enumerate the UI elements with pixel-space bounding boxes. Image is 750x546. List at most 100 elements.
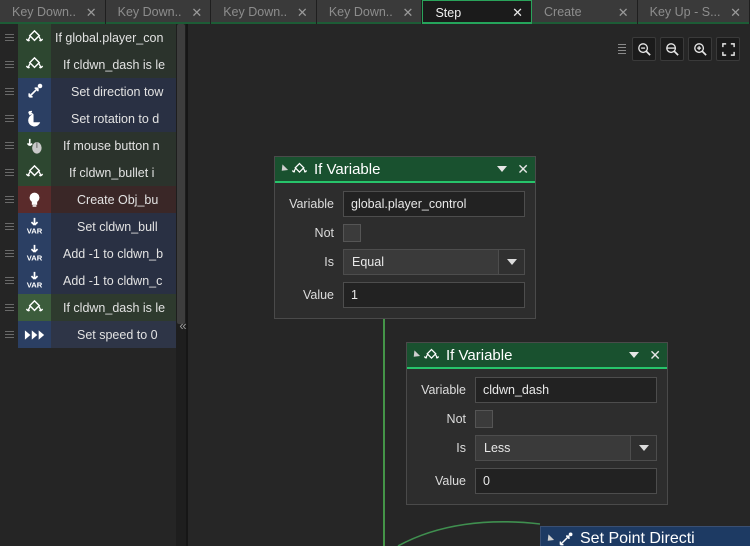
drag-handle-icon[interactable] [0, 321, 18, 348]
zoom-reset-icon [665, 42, 679, 56]
field-variable: Variable global.player_control [285, 191, 525, 217]
variable-input[interactable]: global.player_control [343, 191, 525, 217]
field-is: Is Equal [285, 249, 525, 275]
action-list-item[interactable]: VAR Set cldwn_bull [0, 213, 176, 240]
close-icon[interactable]: ✕ [649, 348, 661, 362]
tab-close-icon[interactable]: ✕ [86, 6, 97, 19]
field-value: Value 0 [417, 468, 657, 494]
not-checkbox[interactable] [475, 410, 493, 428]
zoom-toolbar [618, 36, 740, 62]
node-header[interactable]: If Variable ✕ [407, 343, 667, 369]
svg-text:VAR: VAR [27, 254, 43, 263]
comparison-dropdown[interactable]: Less [475, 435, 657, 461]
node-set-point-direction[interactable]: Set Point Directi [540, 526, 750, 546]
chevron-down-icon[interactable] [629, 352, 640, 358]
comparison-dropdown[interactable]: Equal [343, 249, 525, 275]
action-list-item[interactable]: If mouse button n [0, 132, 176, 159]
tab-close-icon[interactable]: ✕ [297, 6, 308, 19]
action-list-item-label: Set rotation to d [71, 111, 160, 126]
action-list-item[interactable]: Set direction tow [0, 78, 176, 105]
chevron-down-icon[interactable] [497, 166, 508, 172]
drag-handle-icon[interactable] [0, 213, 18, 240]
value-input[interactable]: 1 [343, 282, 525, 308]
action-list-item-label: If cldwn_dash is le [63, 300, 166, 315]
drag-handle-icon[interactable] [0, 186, 18, 213]
node-body: Variable global.player_control Not Is Eq… [275, 183, 535, 318]
drag-handle-icon[interactable] [0, 51, 18, 78]
tab-close-icon[interactable]: ✕ [512, 6, 523, 19]
collapse-triangle-icon[interactable] [278, 164, 289, 174]
action-list-item-label: Create Obj_bu [77, 192, 159, 207]
tab-key-down-2[interactable]: Key Down... ✕ [105, 0, 212, 24]
field-not: Not [417, 410, 657, 428]
value-input[interactable]: 0 [475, 468, 657, 494]
if-branch-icon [423, 347, 440, 364]
collapse-panel-button[interactable]: « [176, 314, 190, 336]
fit-to-screen-button[interactable] [716, 37, 740, 61]
field-not: Not [285, 224, 525, 242]
scrollbar-thumb[interactable] [177, 24, 185, 324]
drag-handle-icon[interactable] [0, 267, 18, 294]
set-direction-icon [557, 531, 574, 546]
node-if-variable-1[interactable]: If Variable ✕ Variable global.player_con… [274, 156, 536, 319]
node-if-variable-2[interactable]: If Variable ✕ Variable cldwn_dash Not Is… [406, 342, 668, 505]
dropdown-button[interactable] [498, 250, 524, 274]
drag-handle-icon[interactable] [0, 132, 18, 159]
zoom-out-button[interactable] [632, 37, 656, 61]
action-list-item[interactable]: If global.player_con [0, 24, 176, 51]
tab-label: Key Down... [12, 5, 76, 19]
tab-key-down-1[interactable]: Key Down... ✕ [0, 0, 106, 24]
drag-handle-icon[interactable] [0, 294, 18, 321]
tab-close-icon[interactable]: ✕ [730, 6, 741, 19]
tab-create[interactable]: Create ✕ [532, 0, 638, 24]
action-list-item[interactable]: VAR Add -1 to cldwn_b [0, 240, 176, 267]
field-label: Value [302, 288, 334, 302]
action-list-item[interactable]: If cldwn_dash is le [0, 51, 176, 78]
action-list-item[interactable]: If cldwn_dash is le [0, 294, 176, 321]
tab-key-up[interactable]: Key Up - S... ✕ [637, 0, 750, 24]
tab-close-icon[interactable]: ✕ [618, 6, 629, 19]
tab-step[interactable]: Step ✕ [422, 0, 533, 24]
drag-handle-icon[interactable] [0, 240, 18, 267]
tab-label: Key Down... [328, 5, 393, 19]
action-list-item[interactable]: Set rotation to d [0, 105, 176, 132]
drag-grip-icon[interactable] [618, 44, 626, 54]
action-list-item[interactable]: VAR Add -1 to cldwn_c [0, 267, 176, 294]
node-header[interactable]: Set Point Directi [541, 527, 750, 546]
tab-key-down-4[interactable]: Key Down... ✕ [316, 0, 423, 24]
not-checkbox[interactable] [343, 224, 361, 242]
zoom-in-button[interactable] [688, 37, 712, 61]
drag-handle-icon[interactable] [0, 159, 18, 186]
action-list-item-label: If cldwn_bullet i [69, 165, 155, 180]
zoom-reset-button[interactable] [660, 37, 684, 61]
field-is: Is Less [417, 435, 657, 461]
collapse-triangle-icon[interactable] [544, 534, 555, 544]
action-list-panel[interactable]: If global.player_con If cldwn_dash is le S… [0, 24, 176, 546]
action-list-item-label: Set cldwn_bull [77, 219, 158, 234]
if-branch-icon [18, 294, 51, 321]
drag-handle-icon[interactable] [0, 24, 18, 51]
node-canvas[interactable]: If Variable ✕ Variable global.player_con… [188, 24, 750, 546]
tab-close-icon[interactable]: ✕ [403, 6, 414, 19]
action-list-scrollbar[interactable] [176, 24, 186, 546]
action-list-item[interactable]: Set speed to 0 [0, 321, 176, 348]
drag-handle-icon[interactable] [0, 105, 18, 132]
collapse-triangle-icon[interactable] [410, 350, 421, 360]
action-list-item[interactable]: Create Obj_bu [0, 186, 176, 213]
tab-label: Key Down... [223, 5, 287, 19]
tab-bar: Key Down... ✕ Key Down... ✕ Key Down... … [0, 0, 750, 24]
tab-close-icon[interactable]: ✕ [191, 6, 202, 19]
action-list-item-label: If mouse button n [63, 138, 160, 153]
node-header[interactable]: If Variable ✕ [275, 157, 535, 183]
action-list-item[interactable]: If cldwn_bullet i [0, 159, 176, 186]
set-variable-icon: VAR [18, 267, 51, 294]
tab-key-down-3[interactable]: Key Down... ✕ [211, 0, 317, 24]
set-rotation-icon [18, 105, 51, 132]
drag-handle-icon[interactable] [0, 78, 18, 105]
variable-input[interactable]: cldwn_dash [475, 377, 657, 403]
create-instance-icon [18, 186, 51, 213]
chevron-down-icon [506, 259, 517, 265]
dropdown-button[interactable] [630, 436, 656, 460]
action-list-item-label: If global.player_con [55, 30, 164, 45]
close-icon[interactable]: ✕ [517, 162, 529, 176]
